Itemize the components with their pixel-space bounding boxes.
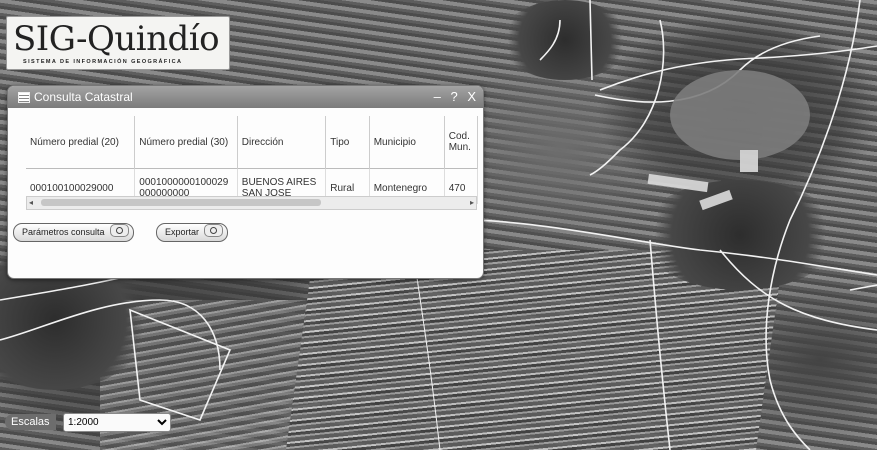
results-table: Número predial (20) Número predial (30) … xyxy=(26,116,478,204)
export-label: Exportar xyxy=(165,227,200,237)
dialog-titlebar[interactable]: Consulta Catastral – ? X xyxy=(8,86,483,108)
map-boundary-line xyxy=(589,0,593,81)
map-boundary-line xyxy=(765,0,861,450)
column-header-municipio[interactable]: Municipio xyxy=(369,116,445,169)
query-parameters-button[interactable]: Parámetros consulta xyxy=(13,223,134,242)
table-header-row: Número predial (20) Número predial (30) … xyxy=(26,116,478,169)
column-header-predial20[interactable]: Número predial (20) xyxy=(26,116,136,169)
map-building xyxy=(647,173,709,193)
window-icon xyxy=(18,92,30,103)
map-boundary-line xyxy=(849,284,877,291)
map-boundary-line xyxy=(0,299,221,371)
search-icon xyxy=(204,224,224,237)
minimize-button[interactable]: – xyxy=(434,89,444,104)
logo-subtitle: SISTEMA DE INFORMACIÓN GEOGRÁFICA xyxy=(23,59,183,65)
help-button[interactable]: ? xyxy=(450,89,460,104)
results-table-container: Número predial (20) Número predial (30) … xyxy=(26,116,478,204)
map-building xyxy=(740,150,758,172)
dialog-title: Consulta Catastral xyxy=(34,90,133,104)
map-boundary-line xyxy=(539,19,561,61)
column-header-direccion[interactable]: Dirección xyxy=(237,116,327,169)
logo-title: SIG-Quindío xyxy=(13,19,220,59)
map-boundary-line xyxy=(589,19,665,176)
map-parcel xyxy=(129,308,232,421)
app-logo: SIG-Quindío SISTEMA DE INFORMACIÓN GEOGR… xyxy=(6,16,230,70)
search-icon xyxy=(109,224,129,237)
scroll-left-icon[interactable]: ◂ xyxy=(29,197,33,209)
query-parameters-label: Parámetros consulta xyxy=(22,227,105,237)
map-boundary-line xyxy=(649,239,671,450)
column-header-tipo[interactable]: Tipo xyxy=(325,116,370,169)
export-button[interactable]: Exportar xyxy=(156,223,229,242)
column-header-predial30[interactable]: Número predial (30) xyxy=(134,116,238,169)
map-building xyxy=(699,189,733,211)
column-header-cod-mun[interactable]: Cod. Mun. xyxy=(444,116,478,169)
scale-select[interactable]: 1:2000 xyxy=(63,413,171,432)
dialog-controls: – ? X xyxy=(434,86,479,108)
map-pond xyxy=(670,70,810,160)
cadastral-query-dialog: Consulta Catastral – ? X Número predial … xyxy=(7,85,484,279)
scale-control: Escalas 1:2000 xyxy=(5,411,171,433)
scrollbar-thumb[interactable] xyxy=(41,199,321,206)
scale-label: Escalas xyxy=(5,414,56,430)
horizontal-scrollbar[interactable]: ◂ ▸ xyxy=(26,196,477,210)
scroll-right-icon[interactable]: ▸ xyxy=(470,197,474,209)
close-button[interactable]: X xyxy=(467,89,479,104)
